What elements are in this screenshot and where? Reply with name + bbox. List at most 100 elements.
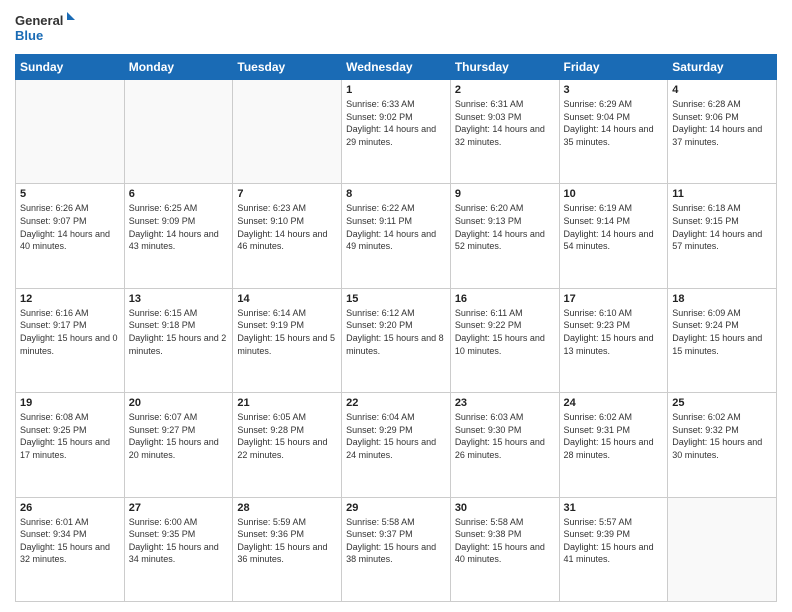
day-info: Sunrise: 6:16 AM Sunset: 9:17 PM Dayligh…: [20, 307, 120, 357]
day-info: Sunrise: 6:12 AM Sunset: 9:20 PM Dayligh…: [346, 307, 446, 357]
calendar-day-cell: 13 Sunrise: 6:15 AM Sunset: 9:18 PM Dayli…: [124, 288, 233, 392]
day-number: 19: [20, 397, 120, 409]
calendar-day-cell: 25 Sunrise: 6:02 AM Sunset: 9:32 PM Dayli…: [668, 393, 777, 497]
day-number: 2: [455, 84, 555, 96]
calendar-day-cell: 17Sunrise: 6:10 AM Sunset: 9:23 PM Dayli…: [559, 288, 668, 392]
calendar-table: SundayMondayTuesdayWednesdayThursdayFrid…: [15, 54, 777, 602]
day-number: 25: [672, 397, 772, 409]
day-number: 7: [237, 188, 337, 200]
day-of-week-header: Thursday: [450, 55, 559, 80]
calendar-day-cell: 22Sunrise: 6:04 AM Sunset: 9:29 PM Dayli…: [342, 393, 451, 497]
calendar-day-cell: 20 Sunrise: 6:07 AM Sunset: 9:27 PM Dayli…: [124, 393, 233, 497]
day-number: 20: [129, 397, 229, 409]
day-info: Sunrise: 6:07 AM Sunset: 9:27 PM Dayligh…: [129, 411, 229, 461]
logo-icon: General Blue: [15, 10, 75, 46]
calendar-day-cell: 27 Sunrise: 6:00 AM Sunset: 9:35 PM Dayli…: [124, 497, 233, 601]
day-of-week-header: Sunday: [16, 55, 125, 80]
day-number: 18: [672, 293, 772, 305]
page: General Blue SundayMondayTuesdayWednesda…: [0, 0, 792, 612]
calendar-day-cell: [233, 80, 342, 184]
day-info: Sunrise: 6:00 AM Sunset: 9:35 PM Dayligh…: [129, 516, 229, 566]
calendar-day-cell: 16 Sunrise: 6:11 AM Sunset: 9:22 PM Dayli…: [450, 288, 559, 392]
day-info: Sunrise: 6:23 AM Sunset: 9:10 PM Dayligh…: [237, 202, 337, 252]
day-info: Sunrise: 6:29 AM Sunset: 9:04 PM Dayligh…: [564, 98, 664, 148]
day-info: Sunrise: 6:09 AM Sunset: 9:24 PM Dayligh…: [672, 307, 772, 357]
day-info: Sunrise: 6:18 AM Sunset: 9:15 PM Dayligh…: [672, 202, 772, 252]
calendar-day-cell: [124, 80, 233, 184]
calendar-day-cell: 5 Sunrise: 6:26 AM Sunset: 9:07 PM Daylig…: [16, 184, 125, 288]
calendar-week-row: 5 Sunrise: 6:26 AM Sunset: 9:07 PM Daylig…: [16, 184, 777, 288]
day-info: Sunrise: 6:11 AM Sunset: 9:22 PM Dayligh…: [455, 307, 555, 357]
day-number: 1: [346, 84, 446, 96]
day-number: 4: [672, 84, 772, 96]
day-number: 11: [672, 188, 772, 200]
calendar-week-row: 19 Sunrise: 6:08 AM Sunset: 9:25 PM Dayli…: [16, 393, 777, 497]
svg-text:Blue: Blue: [15, 28, 43, 43]
day-number: 31: [564, 502, 664, 514]
day-info: Sunrise: 6:28 AM Sunset: 9:06 PM Dayligh…: [672, 98, 772, 148]
logo: General Blue: [15, 10, 75, 46]
calendar-day-cell: 1 Sunrise: 6:33 AM Sunset: 9:02 PM Daylig…: [342, 80, 451, 184]
calendar-week-row: 26 Sunrise: 6:01 AM Sunset: 9:34 PM Dayli…: [16, 497, 777, 601]
day-number: 10: [564, 188, 664, 200]
day-info: Sunrise: 5:58 AM Sunset: 9:37 PM Dayligh…: [346, 516, 446, 566]
day-number: 3: [564, 84, 664, 96]
calendar-day-cell: 9 Sunrise: 6:20 AM Sunset: 9:13 PM Daylig…: [450, 184, 559, 288]
day-number: 9: [455, 188, 555, 200]
calendar-day-cell: 4 Sunrise: 6:28 AM Sunset: 9:06 PM Daylig…: [668, 80, 777, 184]
day-number: 13: [129, 293, 229, 305]
day-number: 12: [20, 293, 120, 305]
calendar-day-cell: 23 Sunrise: 6:03 AM Sunset: 9:30 PM Dayli…: [450, 393, 559, 497]
day-of-week-header: Monday: [124, 55, 233, 80]
day-number: 23: [455, 397, 555, 409]
day-info: Sunrise: 6:08 AM Sunset: 9:25 PM Dayligh…: [20, 411, 120, 461]
day-number: 30: [455, 502, 555, 514]
day-info: Sunrise: 6:25 AM Sunset: 9:09 PM Dayligh…: [129, 202, 229, 252]
day-info: Sunrise: 6:14 AM Sunset: 9:19 PM Dayligh…: [237, 307, 337, 357]
day-info: Sunrise: 6:02 AM Sunset: 9:32 PM Dayligh…: [672, 411, 772, 461]
day-number: 6: [129, 188, 229, 200]
calendar-day-cell: 30Sunrise: 5:58 AM Sunset: 9:38 PM Dayli…: [450, 497, 559, 601]
day-number: 26: [20, 502, 120, 514]
calendar-day-cell: 2 Sunrise: 6:31 AM Sunset: 9:03 PM Daylig…: [450, 80, 559, 184]
calendar-day-cell: 21Sunrise: 6:05 AM Sunset: 9:28 PM Dayli…: [233, 393, 342, 497]
calendar-day-cell: 26 Sunrise: 6:01 AM Sunset: 9:34 PM Dayli…: [16, 497, 125, 601]
calendar-day-cell: 8 Sunrise: 6:22 AM Sunset: 9:11 PM Daylig…: [342, 184, 451, 288]
calendar-day-cell: 28Sunrise: 5:59 AM Sunset: 9:36 PM Dayli…: [233, 497, 342, 601]
calendar-day-cell: 12 Sunrise: 6:16 AM Sunset: 9:17 PM Dayli…: [16, 288, 125, 392]
day-of-week-header: Friday: [559, 55, 668, 80]
calendar-day-cell: [668, 497, 777, 601]
day-number: 5: [20, 188, 120, 200]
day-number: 17: [564, 293, 664, 305]
day-info: Sunrise: 6:22 AM Sunset: 9:11 PM Dayligh…: [346, 202, 446, 252]
calendar-day-cell: 15 Sunrise: 6:12 AM Sunset: 9:20 PM Dayli…: [342, 288, 451, 392]
calendar-day-cell: 14 Sunrise: 6:14 AM Sunset: 9:19 PM Dayli…: [233, 288, 342, 392]
calendar-day-cell: [16, 80, 125, 184]
day-info: Sunrise: 5:57 AM Sunset: 9:39 PM Dayligh…: [564, 516, 664, 566]
day-of-week-header: Saturday: [668, 55, 777, 80]
day-info: Sunrise: 6:33 AM Sunset: 9:02 PM Dayligh…: [346, 98, 446, 148]
day-info: Sunrise: 6:31 AM Sunset: 9:03 PM Dayligh…: [455, 98, 555, 148]
day-info: Sunrise: 6:01 AM Sunset: 9:34 PM Dayligh…: [20, 516, 120, 566]
day-info: Sunrise: 6:15 AM Sunset: 9:18 PM Dayligh…: [129, 307, 229, 357]
day-number: 8: [346, 188, 446, 200]
day-number: 14: [237, 293, 337, 305]
svg-text:General: General: [15, 13, 63, 28]
calendar-week-row: 12 Sunrise: 6:16 AM Sunset: 9:17 PM Dayli…: [16, 288, 777, 392]
day-info: Sunrise: 6:19 AM Sunset: 9:14 PM Dayligh…: [564, 202, 664, 252]
day-number: 15: [346, 293, 446, 305]
day-info: Sunrise: 6:20 AM Sunset: 9:13 PM Dayligh…: [455, 202, 555, 252]
day-info: Sunrise: 6:03 AM Sunset: 9:30 PM Dayligh…: [455, 411, 555, 461]
calendar-day-cell: 6 Sunrise: 6:25 AM Sunset: 9:09 PM Daylig…: [124, 184, 233, 288]
calendar-day-cell: 10 Sunrise: 6:19 AM Sunset: 9:14 PM Dayli…: [559, 184, 668, 288]
day-info: Sunrise: 6:26 AM Sunset: 9:07 PM Dayligh…: [20, 202, 120, 252]
calendar-day-cell: 31 Sunrise: 5:57 AM Sunset: 9:39 PM Dayli…: [559, 497, 668, 601]
day-number: 16: [455, 293, 555, 305]
day-number: 27: [129, 502, 229, 514]
calendar-day-cell: 19 Sunrise: 6:08 AM Sunset: 9:25 PM Dayli…: [16, 393, 125, 497]
calendar-week-row: 1 Sunrise: 6:33 AM Sunset: 9:02 PM Daylig…: [16, 80, 777, 184]
day-info: Sunrise: 6:04 AM Sunset: 9:29 PM Dayligh…: [346, 411, 446, 461]
day-info: Sunrise: 6:02 AM Sunset: 9:31 PM Dayligh…: [564, 411, 664, 461]
day-of-week-header: Tuesday: [233, 55, 342, 80]
day-number: 21: [237, 397, 337, 409]
